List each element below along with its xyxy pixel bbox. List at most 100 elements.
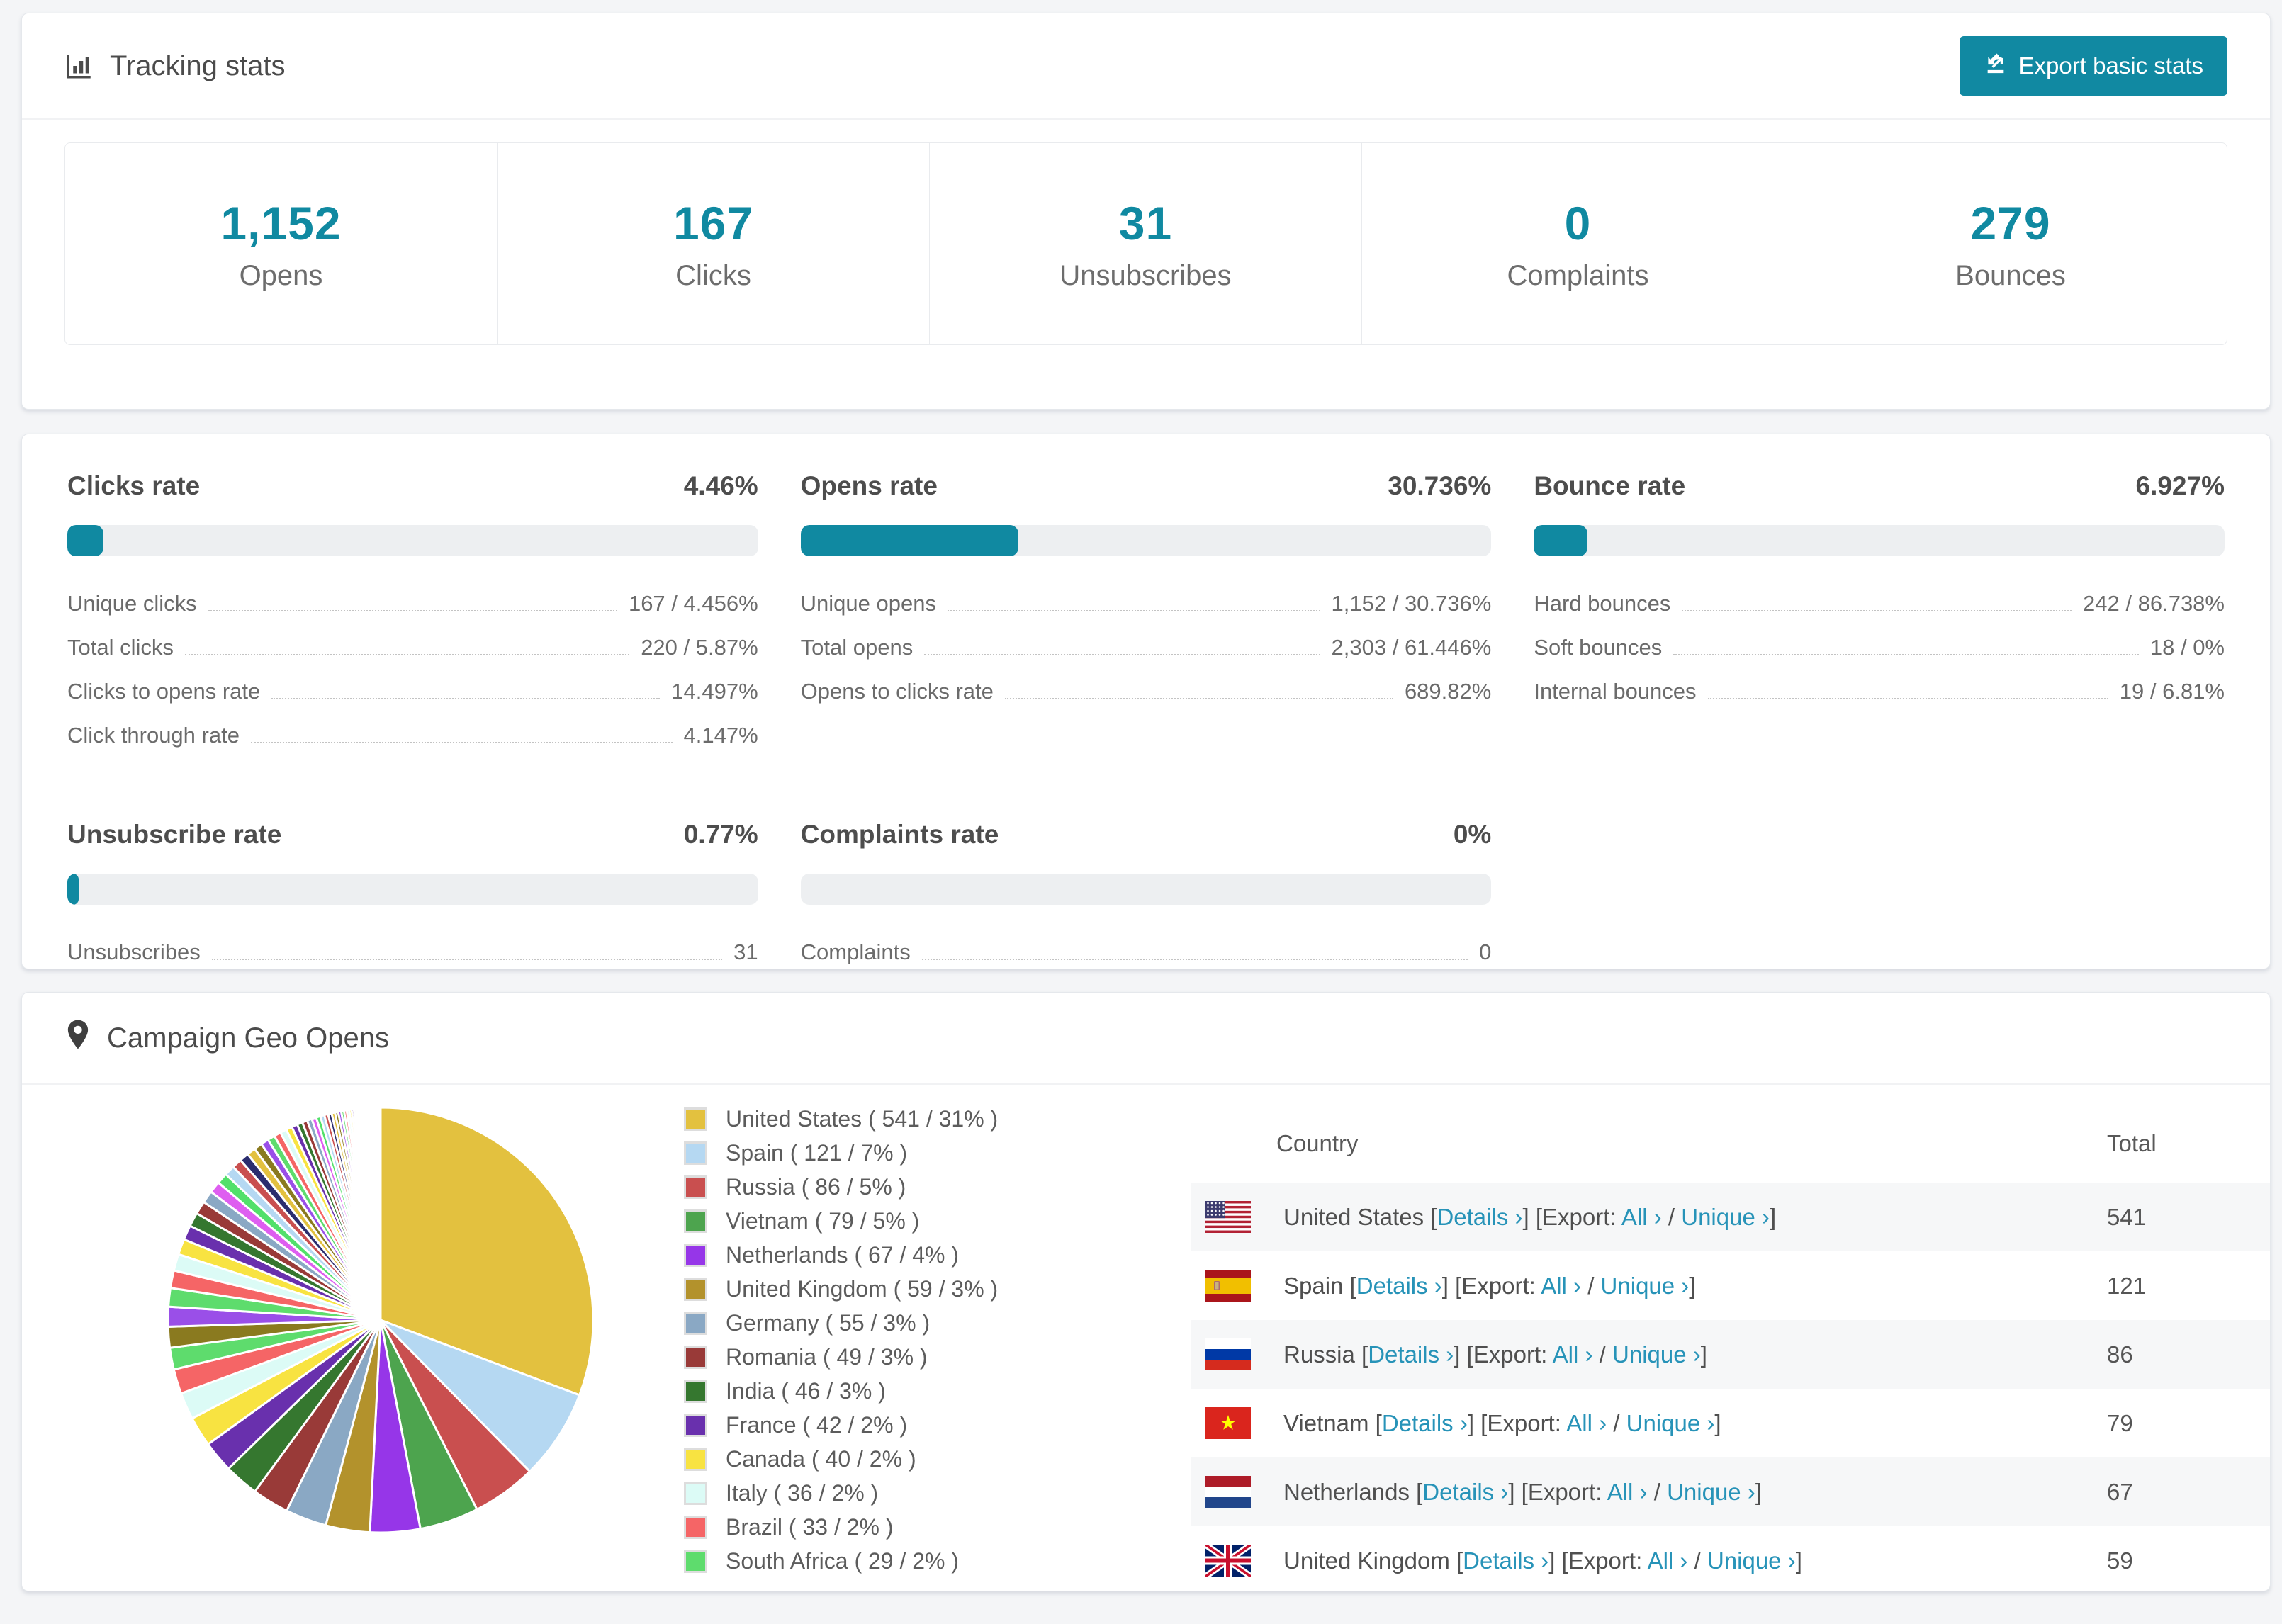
dotted-leader <box>271 698 661 699</box>
table-row-es: Spain [Details ›] [Export: All › / Uniqu… <box>1191 1251 2270 1320</box>
rate-header: Bounce rate 6.927% <box>1534 471 2225 501</box>
rate-progress-fill <box>67 874 79 905</box>
rate-detail-rows: Hard bounces 242 / 86.738% Soft bounces 18 … <box>1534 582 2225 714</box>
export-all-link[interactable]: All › <box>1566 1410 1607 1436</box>
export-all-link[interactable]: All › <box>1621 1204 1662 1230</box>
links-text: [ <box>1416 1478 1423 1505</box>
geo-opens-body: United States ( 541 / 31% ) Spain ( 121 /… <box>22 1085 2270 1591</box>
legend-color-swatch <box>684 1346 707 1369</box>
legend-color-swatch <box>684 1482 707 1505</box>
details-link[interactable]: Details › <box>1356 1273 1442 1299</box>
links-text: [ <box>1375 1409 1382 1436</box>
country-links: [Details ›] [Export: All › / Unique ›] <box>1456 1547 1802 1574</box>
stats-summary-box: 1,152 Opens 167 Clicks 31 Unsubscribes 0 Compla… <box>64 142 2227 345</box>
legend-color-swatch <box>684 1380 707 1403</box>
detail-value: 689.82% <box>1404 679 1492 704</box>
legend-item-romania: Romania ( 49 / 3% ) <box>684 1344 1109 1370</box>
total-cell: 59 <box>2107 1547 2133 1574</box>
stat-cell-unsubscribes: 31 Unsubscribes <box>930 143 1362 344</box>
details-link[interactable]: Details › <box>1368 1341 1454 1368</box>
links-text: ] <box>1769 1203 1777 1230</box>
detail-label: Total clicks <box>67 635 174 660</box>
export-icon <box>1984 51 2008 81</box>
detail-value: 1,152 / 30.736% <box>1331 591 1492 616</box>
table-row-vn: Vietnam [Details ›] [Export: All › / Uni… <box>1191 1389 2270 1457</box>
page-title: Tracking stats <box>110 50 286 81</box>
legend-label: France ( 42 / 2% ) <box>726 1412 908 1438</box>
details-link[interactable]: Details › <box>1463 1547 1548 1574</box>
links-text: / <box>1607 1409 1626 1436</box>
detail-label: Click through rate <box>67 723 240 748</box>
geo-table-rows: United States [Details ›] [Export: All ›… <box>1191 1183 2270 1591</box>
vn-flag <box>1205 1407 1251 1439</box>
stat-cell-bounces: 279 Bounces <box>1794 143 2227 344</box>
detail-row: Unique opens 1,152 / 30.736% <box>801 582 1492 626</box>
geo-table-header: Country Total <box>1191 1085 2270 1183</box>
legend-color-swatch <box>684 1175 707 1199</box>
geo-opens-header: Campaign Geo Opens <box>22 993 2270 1085</box>
detail-row: Hard bounces 242 / 86.738% <box>1534 582 2225 626</box>
detail-value: 14.497% <box>671 679 758 704</box>
detail-row: Opens to clicks rate 689.82% <box>801 670 1492 714</box>
export-unique-link[interactable]: Unique › <box>1612 1341 1701 1368</box>
geo-pie-chart <box>164 1103 597 1540</box>
export-unique-link[interactable]: Unique › <box>1667 1479 1755 1505</box>
links-text: / <box>1687 1547 1707 1574</box>
country-cell: Spain [Details ›] [Export: All › / Uniqu… <box>1191 1270 2107 1302</box>
export-all-link[interactable]: All › <box>1541 1273 1581 1299</box>
detail-value: 4.147% <box>683 723 758 748</box>
table-row-us: United States [Details ›] [Export: All ›… <box>1191 1183 2270 1251</box>
legend-label: Vietnam ( 79 / 5% ) <box>726 1208 920 1234</box>
detail-row: Total clicks 220 / 5.87% <box>67 626 758 670</box>
country-name: United Kingdom <box>1283 1547 1456 1574</box>
dotted-leader <box>1004 698 1393 699</box>
detail-label: Unique clicks <box>67 591 197 616</box>
details-link[interactable]: Details › <box>1437 1204 1522 1230</box>
country-column-header: Country <box>1276 1130 1359 1156</box>
links-text: [ <box>1361 1341 1368 1368</box>
tracking-stats-header: Tracking stats Export basic stats <box>22 13 2270 120</box>
country-cell: Netherlands [Details ›] [Export: All › /… <box>1191 1476 2107 1508</box>
export-unique-link[interactable]: Unique › <box>1707 1547 1796 1574</box>
links-text: ] [Export: <box>1548 1547 1648 1574</box>
legend-label: South Africa ( 29 / 2% ) <box>726 1548 960 1574</box>
export-unique-link[interactable]: Unique › <box>1681 1204 1770 1230</box>
es-flag <box>1205 1270 1251 1302</box>
country-links: [Details ›] [Export: All › / Unique ›] <box>1350 1273 1696 1299</box>
legend-color-swatch <box>684 1550 707 1573</box>
country-name: Russia <box>1283 1341 1362 1368</box>
detail-row: Click through rate 4.147% <box>67 714 758 757</box>
export-unique-link[interactable]: Unique › <box>1601 1273 1690 1299</box>
rate-value: 0% <box>1453 820 1492 849</box>
country-name: Vietnam <box>1283 1409 1376 1436</box>
rates-card: Clicks rate 4.46% Unique clicks 167 / 4.456… <box>21 434 2271 969</box>
legend-label: United States ( 541 / 31% ) <box>726 1106 999 1132</box>
legend-color-swatch <box>684 1278 707 1301</box>
dotted-leader <box>184 654 630 655</box>
details-link[interactable]: Details › <box>1382 1410 1468 1436</box>
details-link[interactable]: Details › <box>1422 1479 1508 1505</box>
export-all-link[interactable]: All › <box>1553 1341 1593 1368</box>
stat-cell-clicks: 167 Clicks <box>498 143 930 344</box>
ru-flag <box>1205 1338 1251 1370</box>
legend-color-swatch <box>684 1414 707 1437</box>
detail-row: Soft bounces 18 / 0% <box>1534 626 2225 670</box>
export-all-link[interactable]: All › <box>1648 1547 1688 1574</box>
export-basic-stats-button[interactable]: Export basic stats <box>1959 36 2227 96</box>
export-all-link[interactable]: All › <box>1607 1479 1648 1505</box>
export-unique-link[interactable]: Unique › <box>1626 1410 1715 1436</box>
detail-label: Hard bounces <box>1534 591 1671 616</box>
detail-value: 2,303 / 61.446% <box>1331 635 1492 660</box>
links-text: / <box>1661 1203 1682 1230</box>
map-pin-icon <box>64 1019 91 1057</box>
legend-color-swatch <box>684 1516 707 1539</box>
stat-label: Complaints <box>1507 259 1649 291</box>
links-text: ] <box>1755 1478 1762 1505</box>
bar-chart-icon <box>64 51 94 81</box>
rate-value: 4.46% <box>683 471 758 500</box>
legend-item-spain: Spain ( 121 / 7% ) <box>684 1140 1109 1166</box>
legend-label: Russia ( 86 / 5% ) <box>726 1174 906 1200</box>
detail-label: Internal bounces <box>1534 679 1697 704</box>
detail-row: Clicks to opens rate 14.497% <box>67 670 758 714</box>
detail-label: Soft bounces <box>1534 635 1663 660</box>
